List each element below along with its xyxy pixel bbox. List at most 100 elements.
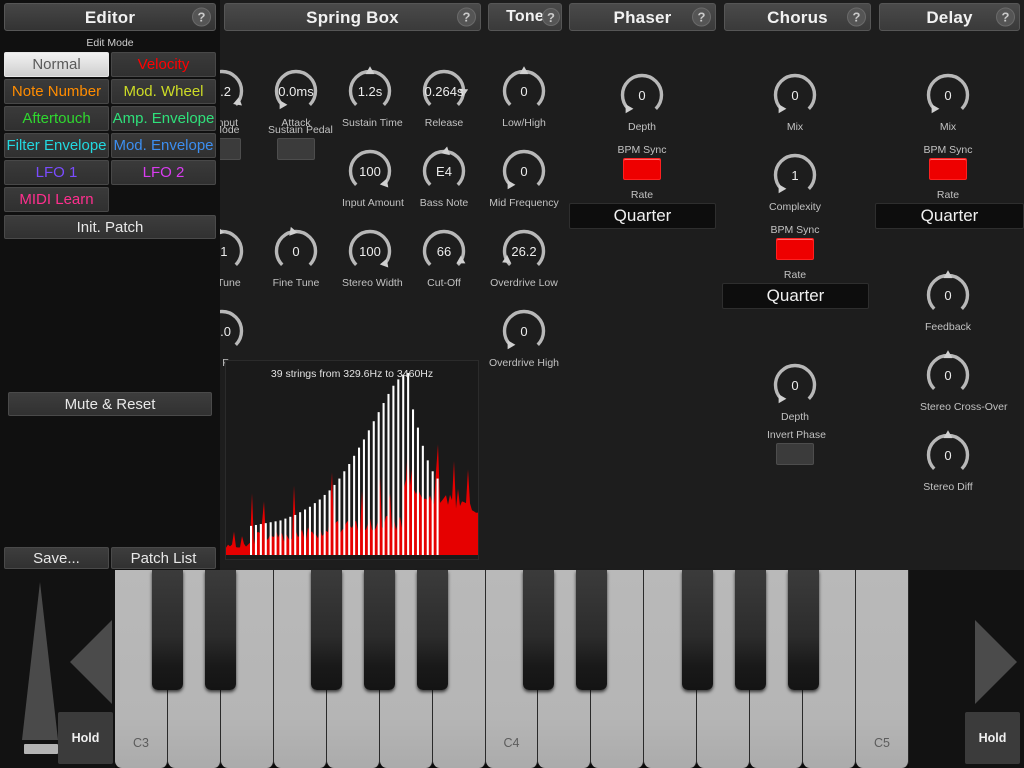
delay-stereo-crossover-knob[interactable]: 0 Stereo Cross-Over xyxy=(920,349,1008,414)
help-icon[interactable]: ? xyxy=(192,7,211,27)
knob-value: 0 xyxy=(520,83,528,99)
key-label: C3 xyxy=(132,736,149,750)
help-icon[interactable]: ? xyxy=(457,7,476,27)
springbox-note-mode-label: e Mode xyxy=(220,124,240,136)
springbox-cut-off-knob[interactable]: 66 Cut-Off xyxy=(416,225,472,290)
edit-mode-mod-wheel[interactable]: Mod. Wheel xyxy=(111,79,216,104)
springbox-pitch-tune-label: ch Tune xyxy=(220,277,241,289)
delay-bpm-sync[interactable]: BPM Sync xyxy=(920,144,976,180)
help-icon[interactable]: ? xyxy=(847,7,866,27)
pitch-wheel[interactable] xyxy=(22,582,62,754)
springbox-cut-off-label: Cut-Off xyxy=(427,277,461,289)
black-key-Asharp4[interactable] xyxy=(787,570,819,690)
octave-down-icon[interactable] xyxy=(70,620,112,704)
chorus-bpm-sync-toggle[interactable] xyxy=(776,238,814,260)
delay-feedback-knob[interactable]: 0 Feedback xyxy=(920,269,976,334)
string-bar xyxy=(392,385,395,555)
black-key-Csharp4[interactable] xyxy=(522,570,554,690)
chorus-rate-select[interactable]: Quarter xyxy=(722,283,869,309)
help-icon[interactable]: ? xyxy=(692,7,711,27)
init-patch-button[interactable]: Init. Patch xyxy=(4,215,216,239)
black-key-Gsharp4[interactable] xyxy=(734,570,766,690)
knob-value: 1 xyxy=(791,167,799,183)
edit-mode-midi-learn[interactable]: MIDI Learn xyxy=(4,187,109,212)
knob-value: 2.0 xyxy=(220,323,232,339)
string-bar xyxy=(259,524,262,555)
black-key-Fsharp4[interactable] xyxy=(681,570,713,690)
phaser-rate-select[interactable]: Quarter xyxy=(569,203,716,229)
tone-overdrive-high-knob[interactable]: 0 Overdrive High xyxy=(489,305,559,370)
chorus-mix-knob[interactable]: 0 Mix xyxy=(767,69,823,134)
springbox-sustain-pedal-toggle-group[interactable]: Sustain Pedal xyxy=(268,124,333,160)
phaser-bpm-sync-toggle[interactable] xyxy=(623,158,661,180)
chorus-depth-knob[interactable]: 0 Depth xyxy=(767,359,823,424)
springbox-pitch-tune-knob[interactable]: .1 ch Tune xyxy=(220,225,250,290)
springbox-sustain-pedal-toggle[interactable] xyxy=(277,138,315,160)
edit-mode-aftertouch[interactable]: Aftertouch xyxy=(4,106,109,131)
edit-mode-filter-envelope[interactable]: Filter Envelope xyxy=(4,133,109,158)
knob-value: 0 xyxy=(520,163,528,179)
hold-button-right[interactable]: Hold xyxy=(965,712,1020,764)
delay-mix-knob[interactable]: 0 Mix xyxy=(920,69,976,134)
springbox-release-knob[interactable]: 0.264s Release xyxy=(416,65,472,130)
black-key-Fsharp3[interactable] xyxy=(311,570,343,690)
delay-rate-label: Rate xyxy=(936,189,960,201)
chorus-complexity-label: Complexity xyxy=(769,201,821,213)
chorus-invert-phase[interactable]: Invert Phase xyxy=(767,429,826,465)
edit-mode-amp-envelope[interactable]: Amp. Envelope xyxy=(111,106,216,131)
delay-bpm-sync-toggle[interactable] xyxy=(929,158,967,180)
octave-up-icon[interactable] xyxy=(975,620,1017,704)
save-button[interactable]: Save... xyxy=(4,547,109,569)
edit-mode-lfo-2[interactable]: LFO 2 xyxy=(111,160,216,185)
edit-mode-velocity[interactable]: Velocity xyxy=(111,52,216,77)
black-key-Asharp3[interactable] xyxy=(417,570,449,690)
mute-reset-button[interactable]: Mute & Reset xyxy=(8,392,212,416)
tone-low-high-knob[interactable]: 0 Low/High xyxy=(496,65,552,130)
springbox-note-mode-toggle[interactable] xyxy=(220,138,241,160)
black-key-Dsharp3[interactable] xyxy=(205,570,237,690)
help-icon[interactable]: ? xyxy=(996,7,1015,27)
phaser-depth-knob[interactable]: 0 Depth xyxy=(614,69,670,134)
springbox-attack-knob[interactable]: 0.0ms Attack xyxy=(268,65,324,130)
edit-mode-note-number[interactable]: Note Number xyxy=(4,79,109,104)
string-bar xyxy=(284,518,287,555)
chorus-invert-phase-toggle[interactable] xyxy=(776,443,814,465)
springbox-stereo-width-label: Stereo Width xyxy=(342,277,403,289)
springbox-note-mode-toggle-group[interactable]: e Mode xyxy=(220,124,250,160)
knob-value: 0 xyxy=(791,377,799,393)
edit-mode-lfo-1[interactable]: LFO 1 xyxy=(4,160,109,185)
string-bar xyxy=(318,499,321,555)
string-bar xyxy=(323,494,326,555)
springbox-stereo-width-knob[interactable]: 100 Stereo Width xyxy=(342,225,403,290)
knob-value: 0 xyxy=(292,243,300,259)
phaser-bpm-sync[interactable]: BPM Sync xyxy=(614,144,670,180)
black-key-Gsharp3[interactable] xyxy=(364,570,396,690)
knob-value: 0 xyxy=(638,87,646,103)
springbox-release-label: Release xyxy=(424,117,464,129)
springbox-audio-input-knob[interactable]: 3.2o Input xyxy=(220,65,250,130)
springbox-bass-note-knob[interactable]: E4 Bass Note xyxy=(416,145,472,210)
chorus-invert-phase-label: Invert Phase xyxy=(767,429,826,441)
spring-box-title: Spring Box xyxy=(306,7,399,27)
chorus-complexity-knob[interactable]: 1 Complexity xyxy=(767,149,823,214)
tone-overdrive-low-knob[interactable]: 26.2 Overdrive Low xyxy=(490,225,558,290)
edit-mode-mod-envelope[interactable]: Mod. Envelope xyxy=(111,133,216,158)
delay-stereo-diff-knob[interactable]: 0 Stereo Diff xyxy=(920,429,976,494)
springbox-fine-tune-knob[interactable]: 0 Fine Tune xyxy=(268,225,324,290)
hold-button-left[interactable]: Hold xyxy=(58,712,113,764)
springbox-input-amount-knob[interactable]: 100 Input Amount xyxy=(342,145,404,210)
white-key-C5[interactable]: C5 xyxy=(856,570,909,768)
chorus-bpm-sync[interactable]: BPM Sync xyxy=(767,224,823,260)
delay-rate-select[interactable]: Quarter xyxy=(875,203,1024,229)
pitch-wheel-thumb[interactable] xyxy=(24,744,58,754)
edit-mode-normal[interactable]: Normal xyxy=(4,52,109,77)
patch-list-button[interactable]: Patch List xyxy=(111,547,216,569)
editor-header: Editor ? xyxy=(4,3,216,31)
phaser-header: Phaser ? xyxy=(569,3,716,31)
springbox-sustain-time-knob[interactable]: 1.2s Sustain Time xyxy=(342,65,403,130)
black-key-Csharp3[interactable] xyxy=(152,570,184,690)
help-icon[interactable]: ? xyxy=(542,8,560,26)
chorus-rate-label: Rate xyxy=(783,269,807,281)
tone-mid-frequency-knob[interactable]: 0 Mid Frequency xyxy=(489,145,559,210)
black-key-Dsharp4[interactable] xyxy=(575,570,607,690)
